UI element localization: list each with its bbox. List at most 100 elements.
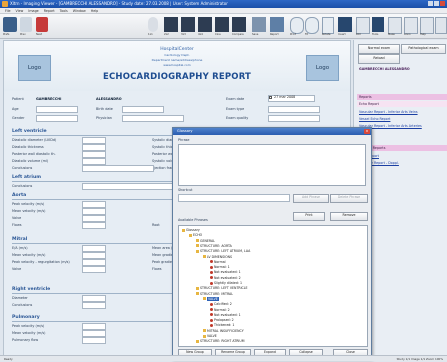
dialog-close-icon[interactable]: × (364, 129, 370, 134)
layout-3x3-icon[interactable] (198, 17, 212, 32)
zoom-icon[interactable] (290, 17, 304, 34)
stop-icon[interactable] (36, 17, 48, 32)
pulm-field[interactable] (82, 323, 106, 330)
tree-node-label: STRUCTURE: LEFT ATRIUM, LAA (200, 249, 251, 254)
exam-quality-field[interactable] (268, 115, 320, 122)
tree-node[interactable]: GENERAL (196, 239, 215, 244)
exam-date-checkbox[interactable] (269, 96, 272, 99)
tree-node[interactable]: VALVE (203, 334, 217, 339)
menu-item-tools[interactable]: Tools (60, 9, 68, 13)
lv-field[interactable] (82, 137, 106, 144)
mitral-field[interactable] (82, 245, 106, 252)
tree-node[interactable]: Glossary (182, 228, 200, 233)
help-icon[interactable] (435, 17, 447, 34)
settings-icon[interactable] (148, 17, 158, 32)
aorta-field[interactable] (82, 215, 106, 222)
rv-field[interactable] (82, 302, 106, 309)
roi-icon[interactable] (388, 17, 402, 34)
tree-node[interactable]: Prolapsed: 2 (210, 318, 234, 323)
layout-4x4-icon[interactable] (215, 17, 229, 32)
aorta-field[interactable] (82, 201, 106, 208)
add-phrase-button[interactable]: Add Phrase (293, 194, 329, 203)
gender-field[interactable] (36, 115, 78, 122)
menu-item-window[interactable]: Window (73, 9, 86, 13)
tree-node[interactable]: VALVE (203, 296, 219, 302)
echo-report-item[interactable]: Echo Report (357, 101, 447, 107)
toolbar-label: Help (420, 33, 426, 36)
tree-node[interactable]: Slightly dilated: 1 (210, 281, 242, 286)
rv-field[interactable] (82, 295, 106, 302)
normal-exam-button[interactable]: Normal exam (358, 44, 400, 54)
invert-icon[interactable] (372, 17, 384, 32)
exam-type-field[interactable] (268, 106, 320, 113)
print-icon[interactable] (322, 17, 334, 34)
maximize-icon[interactable] (434, 1, 439, 6)
fit-icon[interactable] (338, 17, 352, 32)
physician-field[interactable] (122, 115, 184, 122)
tree-node[interactable]: STRUCTURE: AORTA (196, 244, 232, 249)
menu-item-report[interactable]: Report (44, 9, 55, 13)
lv-field[interactable] (82, 151, 106, 158)
close-icon[interactable] (440, 1, 445, 6)
pulm-field[interactable] (82, 337, 106, 344)
phrase-tree[interactable]: Glossary ECHO GENERAL STRUCTURE: AORTA STRUC… (178, 225, 368, 347)
tree-node[interactable]: Not evaluated: 2 (210, 276, 241, 281)
home-icon[interactable] (3, 17, 17, 32)
tree-node[interactable]: LV DIMENSIONS (203, 255, 232, 260)
menu-item-file[interactable]: File (5, 9, 11, 13)
report-link[interactable]: Vascular Report - Inferior Arts Veins (357, 109, 447, 115)
birth-date-field[interactable] (122, 106, 164, 113)
layout-1x1-icon[interactable] (164, 17, 178, 32)
tree-node[interactable]: Not evaluated: 1 (210, 313, 241, 318)
measure-icon[interactable] (404, 17, 418, 34)
tree-node[interactable]: Calcified: 2 (210, 302, 232, 307)
aorta-field[interactable] (82, 208, 106, 215)
toolbar-label: Anno (404, 33, 411, 36)
pulm-label: Pulmonary flow (12, 338, 39, 342)
delete-phrase-button[interactable]: Delete Phrase (330, 194, 368, 203)
pulm-field[interactable] (82, 330, 106, 337)
tree-node[interactable]: STRUCTURE: RIGHT ATRIUM (196, 339, 244, 344)
folder-icon (182, 228, 185, 232)
minimize-icon[interactable] (428, 1, 433, 6)
menu-item-help[interactable]: Help (91, 9, 99, 13)
reload-button[interactable]: Reload (358, 54, 400, 64)
tree-node[interactable]: ECHO (189, 233, 202, 238)
cine-icon[interactable] (232, 17, 246, 32)
tree-node[interactable]: Normal: 1 (210, 265, 230, 270)
menu-item-view[interactable]: View (16, 9, 24, 13)
menu-item-image[interactable]: Image (28, 9, 38, 13)
status-bar: Ready Study 1/1 Image 1/1 Zoom 100% (0, 355, 447, 361)
pan-icon[interactable] (305, 17, 319, 34)
mitral-field[interactable] (82, 259, 106, 266)
remove-button[interactable]: Remove (330, 212, 368, 221)
report-icon[interactable] (270, 17, 284, 32)
mitral-field[interactable] (82, 252, 106, 259)
print-button[interactable]: Print (293, 212, 325, 221)
tree-node[interactable]: Normal (210, 260, 226, 265)
tree-node[interactable]: STRUCTURE: LEFT ATRIUM, LAA (196, 249, 250, 254)
shortcut-field[interactable] (178, 194, 290, 202)
mitral-field[interactable] (82, 266, 106, 273)
report-link[interactable]: Vessel Echo Report (357, 116, 447, 122)
tree-node[interactable]: Thickened: 1 (210, 323, 234, 328)
exam-date-field[interactable]: 27 mar 2008 (268, 95, 315, 102)
phrase-textarea[interactable] (178, 144, 366, 186)
save-icon[interactable] (20, 17, 32, 32)
tree-node[interactable]: STRUCTURE: LEFT VENTRICLE (196, 286, 248, 291)
lv-field[interactable] (82, 158, 106, 165)
tree-node[interactable]: Normal: 2 (210, 308, 230, 313)
tree-node[interactable]: MITRAL INSUFFICIENCY (203, 329, 244, 334)
aorta-field[interactable] (82, 222, 106, 229)
lv-conclusions-field[interactable] (82, 165, 154, 172)
lv-field[interactable] (82, 144, 106, 151)
age-field[interactable] (36, 106, 78, 113)
tree-node[interactable]: Not evaluated: 1 (210, 270, 241, 275)
layout-2x2-icon[interactable] (181, 17, 195, 32)
tree-node[interactable]: STRUCTURE: MITRAL (196, 292, 233, 297)
compare-icon[interactable] (252, 17, 266, 32)
rotate-icon[interactable] (356, 17, 370, 34)
la-conclusions-wide-field[interactable] (82, 183, 174, 190)
annotation-icon[interactable] (420, 17, 434, 34)
pathological-exam-button[interactable]: Pathological exam (401, 44, 446, 54)
